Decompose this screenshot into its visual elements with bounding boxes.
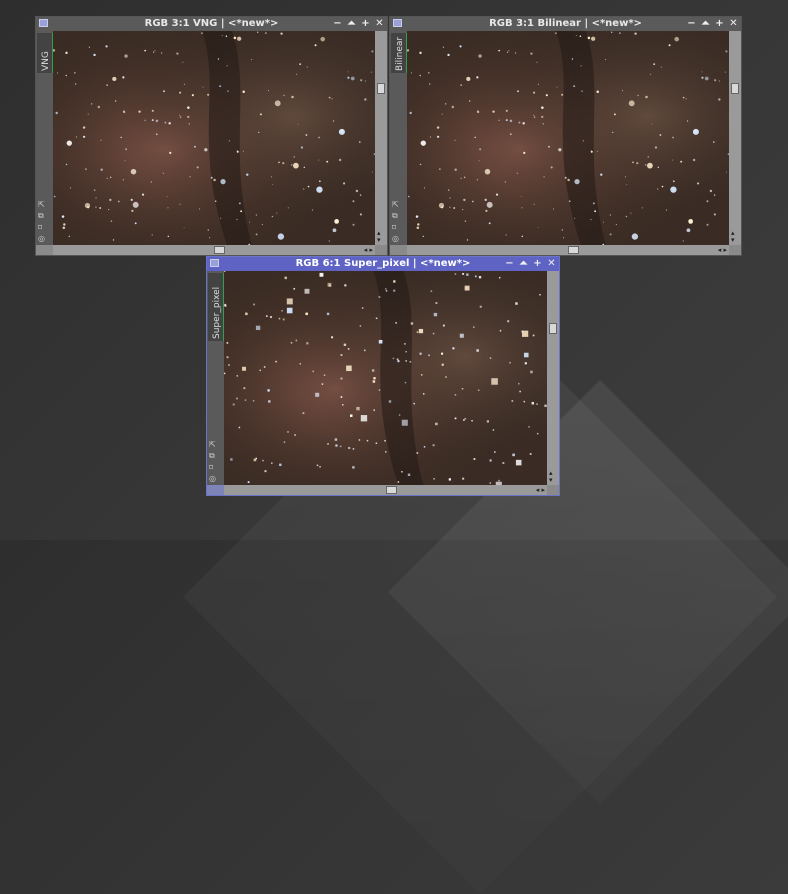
vertical-scrollbar[interactable]: ▴ ▾	[375, 31, 387, 245]
window-titlebar[interactable]: RGB 3:1 Bilinear | <*new*> − ⏶ + ✕	[390, 17, 741, 31]
scroll-left-icon[interactable]: ◂	[364, 246, 368, 254]
horizontal-scrollbar[interactable]: ◂ ▸	[407, 245, 729, 255]
view-tab-label: Super_pixel	[212, 286, 222, 339]
window-title: RGB 3:1 VNG | <*new*>	[144, 18, 279, 29]
window-icon	[210, 259, 219, 267]
horizontal-scrollbar[interactable]: ◂ ▸	[224, 485, 547, 495]
maximize-button[interactable]: +	[715, 17, 724, 31]
view-sidebar: Bilinear ⇱ ⧉ ⌑ ◎	[390, 31, 408, 245]
scroll-thumb[interactable]	[385, 486, 397, 494]
scroll-down-icon[interactable]: ▾	[549, 477, 553, 484]
starfield-image	[407, 31, 729, 245]
minimize-button[interactable]: −	[505, 257, 514, 271]
scroll-down-icon[interactable]: ▾	[377, 237, 381, 244]
scroll-right-icon[interactable]: ▸	[723, 246, 727, 254]
vertical-scrollbar[interactable]: ▴ ▾	[729, 31, 741, 245]
scroll-thumb[interactable]	[568, 246, 579, 254]
target-icon[interactable]: ◎	[392, 234, 399, 243]
horizontal-scrollbar[interactable]: ◂ ▸	[53, 245, 375, 255]
clone-icon[interactable]: ⧉	[38, 211, 45, 221]
close-button[interactable]: ✕	[547, 257, 556, 271]
fit-icon[interactable]: ⇱	[209, 440, 216, 449]
close-button[interactable]: ✕	[375, 17, 384, 31]
close-button[interactable]: ✕	[729, 17, 738, 31]
starfield-image	[224, 271, 547, 485]
view-tab[interactable]: Bilinear	[391, 33, 408, 73]
fit-icon[interactable]: ⇱	[38, 200, 45, 209]
scroll-thumb[interactable]	[377, 83, 385, 94]
scroll-down-icon[interactable]: ▾	[731, 237, 735, 244]
shade-button[interactable]: ⏶	[519, 257, 528, 271]
shade-button[interactable]: ⏶	[701, 17, 710, 31]
mask-icon[interactable]: ⌑	[38, 223, 45, 232]
image-canvas[interactable]	[224, 271, 547, 485]
scroll-left-icon[interactable]: ◂	[718, 246, 722, 254]
clone-icon[interactable]: ⧉	[209, 451, 216, 461]
minimize-button[interactable]: −	[333, 17, 342, 31]
starfield-image	[53, 31, 375, 245]
image-canvas[interactable]	[407, 31, 729, 245]
image-canvas[interactable]	[53, 31, 375, 245]
window-titlebar[interactable]: RGB 6:1 Super_pixel | <*new*> − ⏶ + ✕	[207, 257, 559, 271]
view-sidebar: VNG ⇱ ⧉ ⌑ ◎	[36, 31, 54, 245]
view-tab-label: VNG	[41, 51, 51, 71]
view-tab[interactable]: VNG	[37, 33, 54, 73]
scroll-thumb[interactable]	[214, 246, 225, 254]
scroll-left-icon[interactable]: ◂	[536, 486, 540, 494]
target-icon[interactable]: ◎	[209, 474, 216, 483]
vertical-scrollbar[interactable]: ▴ ▾	[547, 271, 559, 485]
window-title: RGB 3:1 Bilinear | <*new*>	[489, 18, 642, 29]
scroll-thumb[interactable]	[549, 323, 557, 334]
mask-icon[interactable]: ⌑	[392, 223, 399, 232]
maximize-button[interactable]: +	[533, 257, 542, 271]
window-title: RGB 6:1 Super_pixel | <*new*>	[295, 258, 471, 269]
window-titlebar[interactable]: RGB 3:1 VNG | <*new*> − ⏶ + ✕	[36, 17, 387, 31]
image-window-bilinear[interactable]: RGB 3:1 Bilinear | <*new*> − ⏶ + ✕ Bilin…	[389, 16, 742, 256]
image-window-superpixel[interactable]: RGB 6:1 Super_pixel | <*new*> − ⏶ + ✕ Su…	[206, 256, 560, 496]
scroll-thumb[interactable]	[731, 83, 739, 94]
minimize-button[interactable]: −	[687, 17, 696, 31]
clone-icon[interactable]: ⧉	[392, 211, 399, 221]
target-icon[interactable]: ◎	[38, 234, 45, 243]
window-icon	[393, 19, 402, 27]
resize-corner[interactable]	[375, 245, 387, 255]
image-window-vng[interactable]: RGB 3:1 VNG | <*new*> − ⏶ + ✕ VNG ⇱ ⧉ ⌑ …	[35, 16, 388, 256]
view-tab-label: Bilinear	[395, 36, 405, 71]
shade-button[interactable]: ⏶	[347, 17, 356, 31]
scroll-right-icon[interactable]: ▸	[541, 486, 545, 494]
resize-corner[interactable]	[729, 245, 741, 255]
fit-icon[interactable]: ⇱	[392, 200, 399, 209]
mask-icon[interactable]: ⌑	[209, 463, 216, 472]
view-sidebar: Super_pixel ⇱ ⧉ ⌑ ◎	[207, 271, 225, 485]
maximize-button[interactable]: +	[361, 17, 370, 31]
scroll-right-icon[interactable]: ▸	[369, 246, 373, 254]
resize-corner[interactable]	[547, 485, 559, 495]
view-tab[interactable]: Super_pixel	[208, 273, 225, 341]
window-icon	[39, 19, 48, 27]
